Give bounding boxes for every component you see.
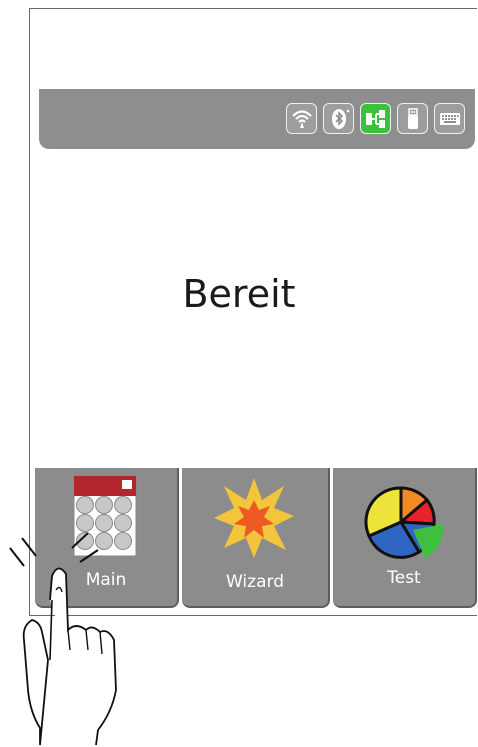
network-icon [360, 103, 391, 134]
status-text: Bereit [182, 272, 296, 316]
wizard-button[interactable]: Wizard [182, 468, 330, 608]
test-button[interactable]: Test [333, 468, 477, 608]
wizard-label: Wizard [226, 572, 284, 592]
pie-chart-icon [364, 486, 444, 559]
usb-stick-icon [397, 103, 428, 134]
status-icons [286, 103, 465, 134]
tap-hand-icon [9, 532, 117, 746]
starburst-icon [214, 478, 294, 558]
keyboard-icon [434, 103, 465, 134]
bluetooth-icon [323, 103, 354, 134]
wifi-icon [286, 103, 317, 134]
test-label: Test [387, 568, 421, 588]
status-bar [39, 89, 475, 149]
